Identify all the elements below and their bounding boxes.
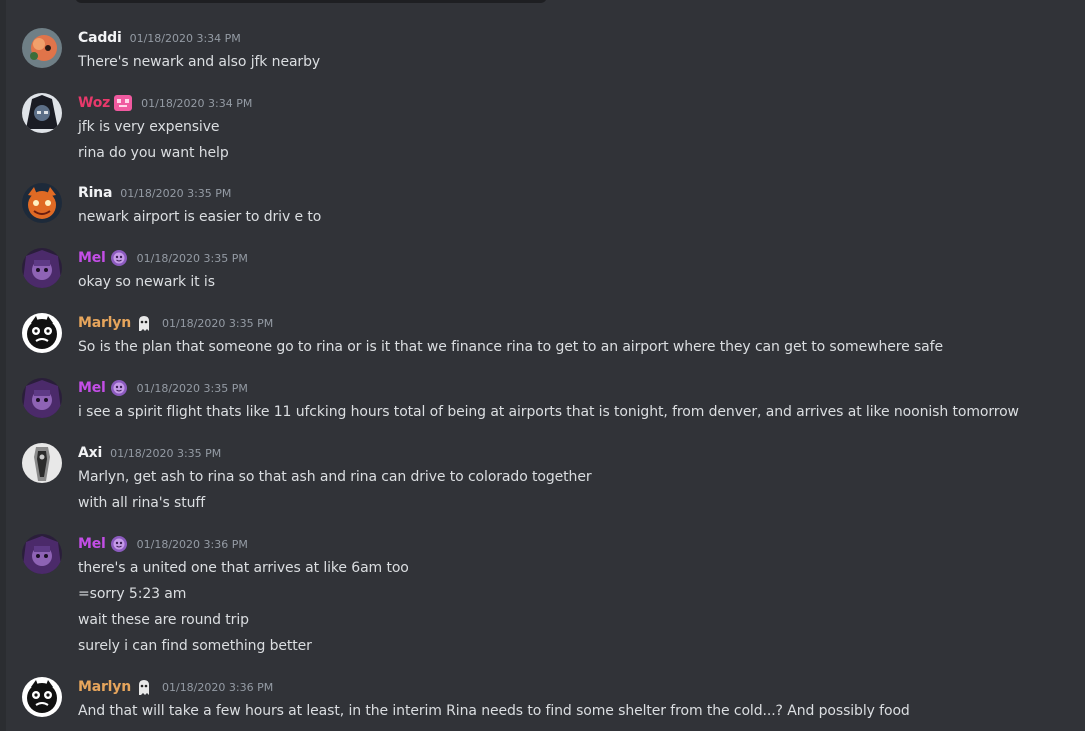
message-timestamp[interactable]: 01/18/2020 3:34 PM bbox=[141, 97, 252, 110]
message-header: Mel 01/18/2020 3:35 PM bbox=[78, 248, 248, 268]
left-edge-divider bbox=[0, 0, 6, 731]
message-text: There's newark and also jfk nearby bbox=[78, 54, 321, 70]
message-text: =sorry 5:23 am bbox=[78, 586, 187, 602]
mel-avatar[interactable] bbox=[22, 378, 62, 418]
message-content: So is the plan that someone go to rina o… bbox=[78, 334, 943, 360]
message-header: Mel 01/18/2020 3:36 PM bbox=[78, 534, 248, 554]
woz-avatar[interactable] bbox=[22, 93, 62, 133]
message-text: newark airport is easier to driv e to bbox=[78, 209, 322, 225]
author-name[interactable]: Mel bbox=[78, 250, 106, 266]
message-timestamp[interactable]: 01/18/2020 3:35 PM bbox=[137, 252, 248, 265]
axi-avatar[interactable] bbox=[22, 443, 62, 483]
message-text: surely i can find something better bbox=[78, 638, 312, 654]
message-timestamp[interactable]: 01/18/2020 3:35 PM bbox=[110, 447, 221, 460]
author-name[interactable]: Rina bbox=[78, 185, 112, 201]
message-content: there's a united one that arrives at lik… bbox=[78, 555, 409, 659]
message-header: Axi 01/18/2020 3:35 PM bbox=[78, 443, 221, 463]
author-name[interactable]: Mel bbox=[78, 380, 106, 396]
message-header: Marlyn 01/18/2020 3:36 PM bbox=[78, 677, 273, 697]
message-text: there's a united one that arrives at lik… bbox=[78, 560, 409, 576]
message-content: Marlyn, get ash to rina so that ash and … bbox=[78, 464, 592, 516]
message-text: And that will take a few hours at least,… bbox=[78, 703, 910, 719]
message-timestamp[interactable]: 01/18/2020 3:36 PM bbox=[137, 538, 248, 551]
ghost-badge-icon[interactable] bbox=[134, 677, 154, 697]
purple-face-badge-icon[interactable] bbox=[109, 248, 129, 268]
message-timestamp[interactable]: 01/18/2020 3:36 PM bbox=[162, 681, 273, 694]
message-text: Marlyn, get ash to rina so that ash and … bbox=[78, 469, 592, 485]
message-text: okay so newark it is bbox=[78, 274, 215, 290]
author-name[interactable]: Mel bbox=[78, 536, 106, 552]
message-header: Marlyn 01/18/2020 3:35 PM bbox=[78, 313, 273, 333]
caddi-avatar[interactable] bbox=[22, 28, 62, 68]
message-timestamp[interactable]: 01/18/2020 3:35 PM bbox=[120, 187, 231, 200]
author-name[interactable]: Marlyn bbox=[78, 679, 131, 695]
marlyn-avatar[interactable] bbox=[22, 313, 62, 353]
purple-face-badge-icon[interactable] bbox=[109, 378, 129, 398]
purple-face-badge-icon[interactable] bbox=[109, 534, 129, 554]
message-text: with all rina's stuff bbox=[78, 495, 206, 511]
message-header: Mel 01/18/2020 3:35 PM bbox=[78, 378, 248, 398]
message-content: There's newark and also jfk nearby bbox=[78, 49, 320, 75]
author-name[interactable]: Marlyn bbox=[78, 315, 131, 331]
author-name[interactable]: Axi bbox=[78, 445, 102, 461]
message-text: rina do you want help bbox=[78, 145, 229, 161]
message-text: wait these are round trip bbox=[78, 612, 249, 628]
message-header: Caddi 01/18/2020 3:34 PM bbox=[78, 28, 241, 48]
message-timestamp[interactable]: 01/18/2020 3:34 PM bbox=[130, 32, 241, 45]
author-name[interactable]: Caddi bbox=[78, 30, 122, 46]
message-text: So is the plan that someone go to rina o… bbox=[78, 339, 943, 355]
message-header: Rina 01/18/2020 3:35 PM bbox=[78, 183, 231, 203]
mel-avatar[interactable] bbox=[22, 534, 62, 574]
marlyn-avatar[interactable] bbox=[22, 677, 62, 717]
message-content: jfk is very expensive rina do you want he… bbox=[78, 114, 229, 166]
message-text: i see a spirit flight thats like 11 ufck… bbox=[78, 404, 1019, 420]
message-header: Woz 01/18/2020 3:34 PM bbox=[78, 93, 252, 113]
pink-pixel-badge-icon[interactable] bbox=[113, 93, 133, 113]
message-content: i see a spirit flight thats like 11 ufck… bbox=[78, 399, 1019, 425]
rina-avatar[interactable] bbox=[22, 183, 62, 223]
message-content: newark airport is easier to driv e to bbox=[78, 204, 321, 230]
author-name[interactable]: Woz bbox=[78, 95, 110, 111]
message-content: okay so newark it is bbox=[78, 269, 215, 295]
scroll-area-top-edge bbox=[75, 0, 547, 3]
mel-avatar[interactable] bbox=[22, 248, 62, 288]
ghost-badge-icon[interactable] bbox=[134, 313, 154, 333]
message-timestamp[interactable]: 01/18/2020 3:35 PM bbox=[162, 317, 273, 330]
chat-message-list: Caddi 01/18/2020 3:34 PM There's newark an… bbox=[0, 0, 1085, 731]
message-text: jfk is very expensive bbox=[78, 119, 220, 135]
message-timestamp[interactable]: 01/18/2020 3:35 PM bbox=[137, 382, 248, 395]
message-content: And that will take a few hours at least,… bbox=[78, 698, 910, 724]
